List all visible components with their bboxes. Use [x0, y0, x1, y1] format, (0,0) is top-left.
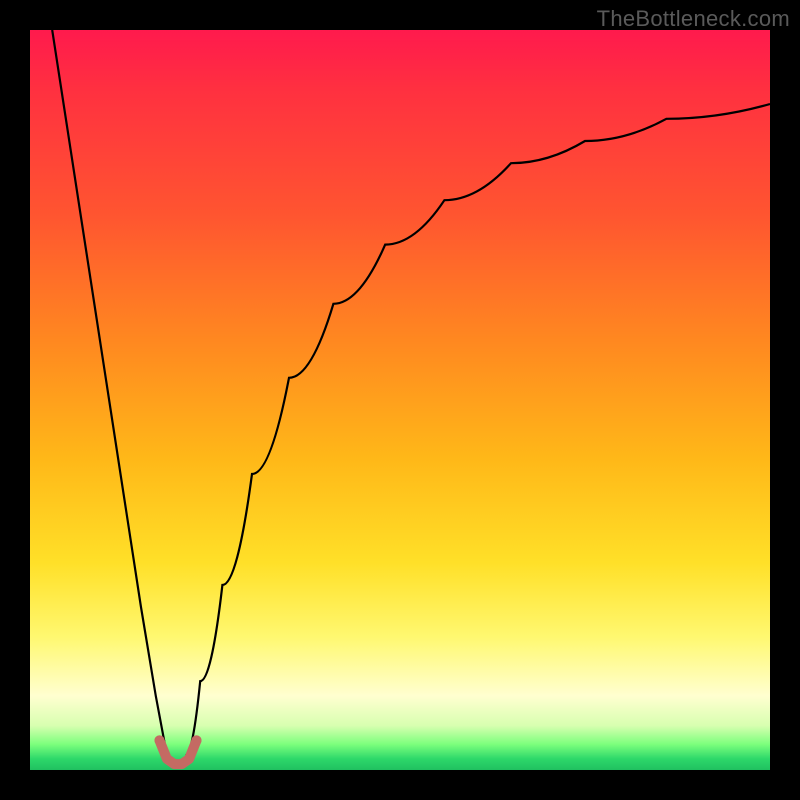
plot-area: [30, 30, 770, 770]
curve-right-ascent: [185, 104, 770, 755]
chart-frame: TheBottleneck.com: [0, 0, 800, 800]
optimal-notch-dot-right: [192, 735, 202, 745]
watermark-text: TheBottleneck.com: [597, 6, 790, 32]
curve-left-descent: [52, 30, 167, 755]
optimal-notch-dot-left: [155, 735, 165, 745]
optimal-notch-marker: [160, 740, 197, 764]
curve-layer: [30, 30, 770, 770]
